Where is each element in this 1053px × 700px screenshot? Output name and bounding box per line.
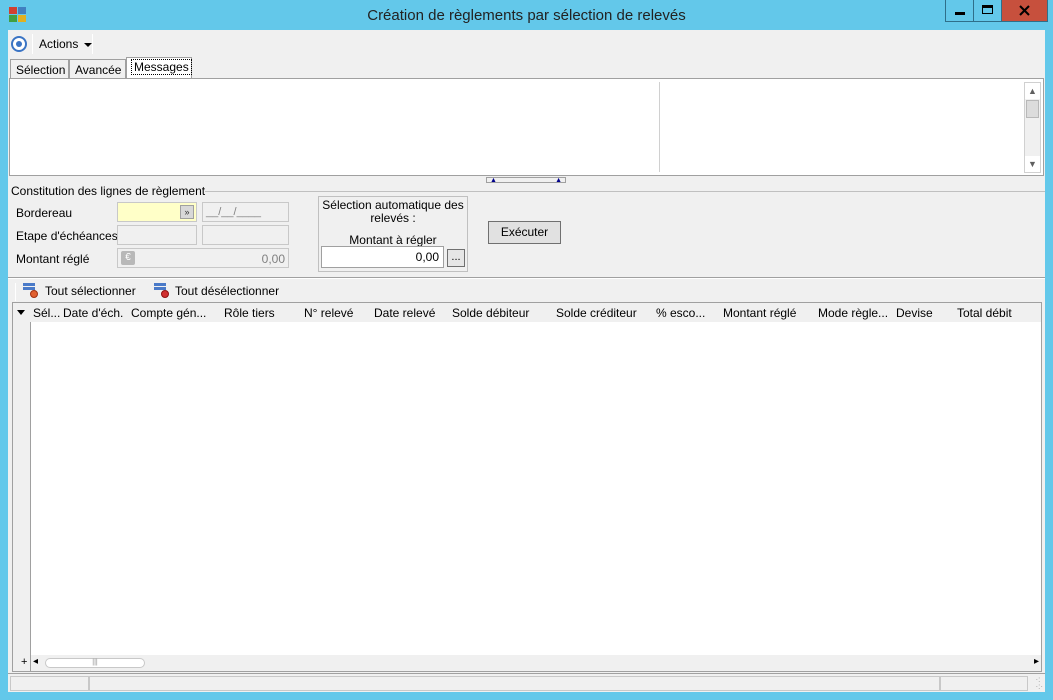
close-button[interactable]: [1002, 0, 1048, 22]
messages-panel: ▲ ▼: [9, 78, 1044, 176]
grid-toolbar: Tout sélectionner Tout désélectionner: [13, 281, 1043, 303]
row-header-column: [13, 303, 31, 671]
etape-secondary-field[interactable]: [202, 225, 289, 245]
bordereau-combobox[interactable]: »: [117, 202, 197, 222]
scroll-right-icon[interactable]: ▸: [1034, 656, 1039, 667]
splitter-up-icon: ▲: [555, 177, 562, 184]
column-header-date-echeance[interactable]: Date d'éch.: [63, 306, 123, 320]
column-header-sel[interactable]: Sél...: [33, 306, 60, 320]
column-header-mode-reglement[interactable]: Mode règle...: [818, 306, 888, 320]
add-row-button[interactable]: +: [21, 656, 27, 668]
select-all-icon: [23, 283, 38, 298]
window-title: Création de règlements par sélection de …: [367, 7, 686, 24]
column-header-numero-releve[interactable]: N° relevé: [304, 306, 353, 320]
main-toolbar: Actions: [8, 30, 1045, 57]
bordereau-label: Bordereau: [16, 206, 73, 220]
close-icon: [1019, 5, 1030, 16]
resize-grip-icon[interactable]: ·: ·:·: [1035, 676, 1043, 691]
target-icon[interactable]: [11, 36, 27, 52]
minimize-button[interactable]: [945, 0, 974, 22]
scroll-thumb[interactable]: [1026, 100, 1039, 118]
tab-label: Sélection: [16, 63, 66, 77]
scroll-down-icon[interactable]: ▼: [1025, 156, 1040, 172]
maximize-button[interactable]: [974, 0, 1002, 22]
scroll-thumb[interactable]: |||: [45, 658, 145, 668]
client-area: Actions Sélection Avancée Messages ▲ ▼ ▲…: [8, 30, 1045, 692]
deselect-all-button[interactable]: Tout désélectionner: [175, 284, 279, 298]
etape-field[interactable]: [117, 225, 197, 245]
date-placeholder: __/__/____: [206, 206, 262, 218]
title-bar: Création de règlements par sélection de …: [0, 0, 1053, 30]
messages-list[interactable]: [15, 82, 660, 172]
montant-regle-field: € 0,00: [117, 248, 289, 268]
scroll-up-icon[interactable]: ▲: [1025, 83, 1040, 99]
messages-scrollbar[interactable]: ▲ ▼: [1024, 82, 1041, 173]
montant-a-regler-input[interactable]: 0,00: [321, 246, 444, 268]
releves-grid[interactable]: Sél... Date d'éch. Compte gén... Rôle ti…: [12, 302, 1042, 672]
section-divider: [8, 277, 1045, 279]
column-header-solde-crediteur[interactable]: Solde créditeur: [556, 306, 637, 320]
montant-regle-value: 0,00: [261, 252, 285, 266]
scroll-left-icon[interactable]: ◂: [33, 656, 38, 667]
status-cell: [940, 676, 1028, 691]
column-header-montant-regle[interactable]: Montant réglé: [723, 306, 796, 320]
status-bar: ·: ·:·: [8, 673, 1045, 692]
panel-splitter[interactable]: ▲ ▲: [486, 177, 566, 184]
column-header-date-releve[interactable]: Date relevé: [374, 306, 435, 320]
grid-header: Sél... Date d'éch. Compte gén... Rôle ti…: [13, 303, 1041, 322]
toolbar-separator: [92, 34, 93, 54]
execute-button[interactable]: Exécuter: [488, 221, 561, 244]
deselect-all-icon: [154, 283, 169, 298]
tab-label: Avancée: [75, 63, 122, 77]
status-cell: [89, 676, 940, 691]
column-header-compte-general[interactable]: Compte gén...: [131, 306, 206, 320]
auto-selection-group: Sélection automatique des relevés : Mont…: [318, 196, 468, 272]
montant-a-regler-label: Montant à régler: [349, 233, 437, 247]
group-border: [204, 191, 1045, 192]
tab-messages[interactable]: Messages: [126, 57, 192, 79]
etape-label: Etape d'échéances: [16, 229, 118, 243]
column-header-escompte[interactable]: % esco...: [656, 306, 705, 320]
montant-regle-label: Montant réglé: [16, 252, 90, 266]
caret-down-icon: [83, 42, 92, 47]
bordereau-date-field[interactable]: __/__/____: [202, 202, 289, 222]
auto-selection-title: Sélection automatique des relevés :: [322, 198, 464, 225]
euro-icon: €: [121, 251, 135, 265]
toolbar-separator: [32, 34, 33, 54]
column-header-total-debit[interactable]: Total débit: [957, 306, 1012, 320]
caret-down-icon[interactable]: [17, 310, 25, 315]
execute-label: Exécuter: [500, 225, 549, 239]
column-header-solde-debiteur[interactable]: Solde débiteur: [452, 306, 529, 320]
actions-label: Actions: [39, 37, 79, 51]
toolbar-separator: [15, 283, 16, 301]
actions-menu[interactable]: Actions: [39, 37, 92, 51]
double-chevron-down-icon[interactable]: »: [180, 205, 194, 219]
column-header-role-tiers[interactable]: Rôle tiers: [224, 306, 275, 320]
tab-selection[interactable]: Sélection: [10, 59, 69, 79]
select-all-button[interactable]: Tout sélectionner: [45, 284, 136, 298]
maximize-icon: [982, 5, 993, 14]
tab-avancee[interactable]: Avancée: [69, 59, 126, 79]
status-cell: [10, 676, 89, 691]
minimize-icon: [955, 12, 965, 15]
tab-label: Messages: [131, 59, 192, 75]
column-header-devise[interactable]: Devise: [896, 306, 933, 320]
grid-horizontal-scrollbar[interactable]: ◂ ||| ▸: [31, 655, 1041, 671]
splitter-up-icon: ▲: [490, 177, 497, 184]
group-title: Constitution des lignes de règlement: [11, 184, 206, 198]
browse-button[interactable]: ...: [447, 249, 465, 267]
